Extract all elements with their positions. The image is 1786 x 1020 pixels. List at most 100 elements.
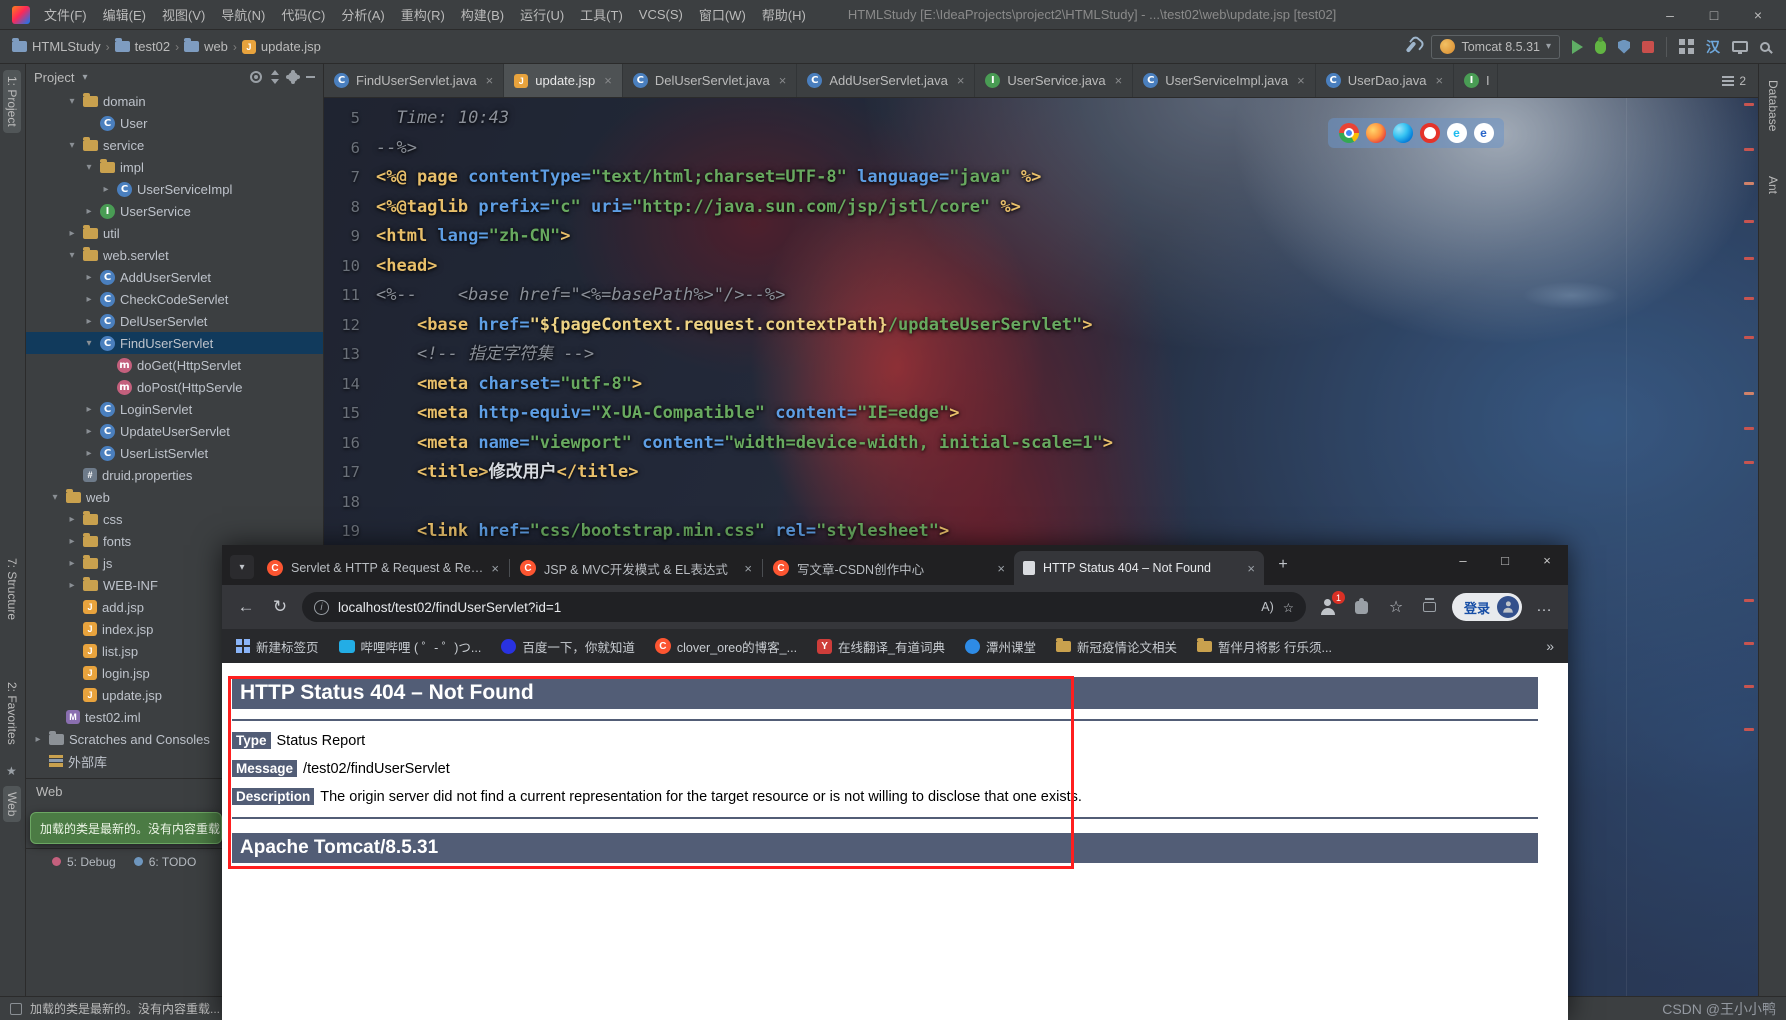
hidden-tabs-selector[interactable]: 2 [1710,64,1758,97]
collapse-all-icon[interactable] [270,70,280,84]
breadcrumb-item[interactable]: Jupdate.jsp [242,39,321,54]
bookmark-item[interactable]: 暂伴月将影 行乐须... [1197,637,1332,656]
minimize-button[interactable]: – [1648,1,1692,29]
tab-search-icon[interactable]: ▾ [230,555,254,579]
tree-row[interactable]: ▸CCheckCodeServlet [26,288,324,310]
site-info-icon[interactable]: i [314,600,329,615]
toolwindow-toggle-icon[interactable] [10,1003,22,1015]
tree-row[interactable]: ▸CAddUserServlet [26,266,324,288]
error-stripe[interactable] [1744,98,1756,996]
tree-arrow-icon[interactable]: ▸ [66,558,78,569]
browser-tab[interactable]: CServlet & HTTP & Request & Res...× [258,551,508,585]
editor-tab[interactable]: Jupdate.jsp× [504,64,623,97]
menu-item[interactable]: 导航(N) [213,5,273,24]
tree-arrow-icon[interactable]: ▸ [66,580,78,591]
tree-row[interactable]: ▸CUpdateUserServlet [26,420,324,442]
tree-row[interactable]: mdoPost(HttpServle [26,376,324,398]
breadcrumb-item[interactable]: HTMLStudy [12,39,101,54]
tool-button-database[interactable]: Database [1764,74,1782,137]
tree-arrow-icon[interactable]: ▸ [66,536,78,547]
editor-tab[interactable]: CUserServiceImpl.java× [1133,64,1315,97]
tab-close-icon[interactable]: × [957,73,965,88]
translate-icon[interactable]: 汉 [1706,40,1720,54]
bookmark-item[interactable]: 新建标签页 [236,637,319,656]
monitor-icon[interactable] [1732,41,1748,52]
tree-arrow-icon[interactable]: ▾ [83,162,95,173]
tree-arrow-icon[interactable]: ▸ [66,228,78,239]
tree-arrow-icon[interactable]: ▸ [83,448,95,459]
tree-row[interactable]: ▸CUserServiceImpl [26,178,324,200]
tool-button-favorites[interactable]: 2: Favorites [3,676,21,751]
hide-panel-icon[interactable] [306,76,315,78]
tab-close-icon[interactable]: × [1247,561,1255,576]
collections-icon[interactable] [1418,595,1442,619]
debug-button[interactable] [1595,40,1606,54]
tree-arrow-icon[interactable]: ▸ [83,404,95,415]
editor-tab[interactable]: IUserService.java× [975,64,1133,97]
menu-item[interactable]: 窗口(W) [691,5,754,24]
favorite-star-icon[interactable]: ☆ [1283,600,1294,615]
tree-arrow-icon[interactable]: ▸ [83,426,95,437]
menu-item[interactable]: VCS(S) [631,7,691,22]
tab-close-icon[interactable]: × [997,561,1005,576]
signin-button[interactable]: 登录 [1452,593,1522,621]
tree-arrow-icon[interactable]: ▾ [49,492,61,503]
tree-row[interactable]: ▾service [26,134,324,156]
gear-icon[interactable] [288,72,298,82]
tree-row[interactable]: ▸CDelUserServlet [26,310,324,332]
run-configuration-selector[interactable]: Tomcat 8.5.31 ▾ [1431,35,1560,59]
tree-arrow-icon[interactable]: ▾ [83,338,95,349]
bookmark-item[interactable]: 新冠疫情论文相关 [1056,637,1177,656]
url-text[interactable]: localhost/test02/findUserServlet?id=1 [338,600,1252,615]
new-tab-button[interactable]: + [1270,552,1296,578]
tree-row[interactable]: ▸IUserService [26,200,324,222]
tree-arrow-icon[interactable]: ▸ [66,514,78,525]
tree-arrow-icon[interactable]: ▾ [66,96,78,107]
tab-close-icon[interactable]: × [1435,73,1443,88]
search-icon[interactable] [1760,42,1770,52]
stop-button[interactable] [1642,41,1654,53]
locate-file-icon[interactable] [250,71,262,83]
notification-balloon[interactable]: 加载的类是最新的。没有内容重载 [30,812,222,844]
more-menu-icon[interactable]: … [1532,595,1556,619]
bookmark-item[interactable]: Y在线翻译_有道词典 [817,637,945,656]
tab-close-icon[interactable]: × [486,73,494,88]
tree-row[interactable]: #druid.properties [26,464,324,486]
tree-row[interactable]: ▸css [26,508,324,530]
menu-item[interactable]: 构建(B) [453,5,512,24]
project-view-selector[interactable]: Project [34,70,74,85]
tree-arrow-icon[interactable]: ▸ [83,272,95,283]
bookmark-item[interactable]: 哔哩哔哩 ( ゜- ゜)つ... [339,637,482,656]
menu-item[interactable]: 视图(V) [154,5,213,24]
tree-arrow-icon[interactable]: ▾ [66,140,78,151]
tab-close-icon[interactable]: × [779,73,787,88]
bookmark-item[interactable]: 潭州课堂 [965,637,1036,656]
tree-row[interactable]: ▾domain [26,90,324,112]
back-button[interactable]: ← [234,597,258,617]
browser-tab[interactable]: CJSP & MVC开发模式 & EL表达式× [511,551,761,585]
editor-tab[interactable]: CDelUserServlet.java× [623,64,797,97]
run-button[interactable] [1572,40,1583,54]
tab-close-icon[interactable]: × [491,561,499,576]
menu-item[interactable]: 帮助(H) [754,5,814,24]
tab-todo[interactable]: 6: TODO [134,855,197,869]
menu-item[interactable]: 工具(T) [572,5,631,24]
tree-arrow-icon[interactable]: ▸ [83,294,95,305]
menu-item[interactable]: 运行(U) [512,5,572,24]
tree-arrow-icon[interactable]: ▸ [32,734,44,745]
tree-row[interactable]: ▸util [26,222,324,244]
extensions-puzzle-icon[interactable] [1350,595,1374,619]
browser-tab[interactable]: HTTP Status 404 – Not Found× [1014,551,1264,585]
browser-close-button[interactable]: × [1526,545,1568,575]
editor-tab[interactable]: CFindUserServlet.java× [324,64,504,97]
tool-button-web[interactable]: Web [3,786,21,822]
menu-item[interactable]: 重构(R) [393,5,453,24]
tree-row[interactable]: ▾web [26,486,324,508]
tool-button-project[interactable]: 1: Project [3,70,21,133]
tab-debug[interactable]: 5: Debug [52,855,116,869]
profile-notification-icon[interactable]: 1 [1316,595,1340,619]
editor-tab[interactable]: II [1454,64,1498,97]
firefox-icon[interactable] [1366,123,1386,143]
tree-row[interactable]: ▾web.servlet [26,244,324,266]
build-wrench-icon[interactable] [1406,41,1417,53]
